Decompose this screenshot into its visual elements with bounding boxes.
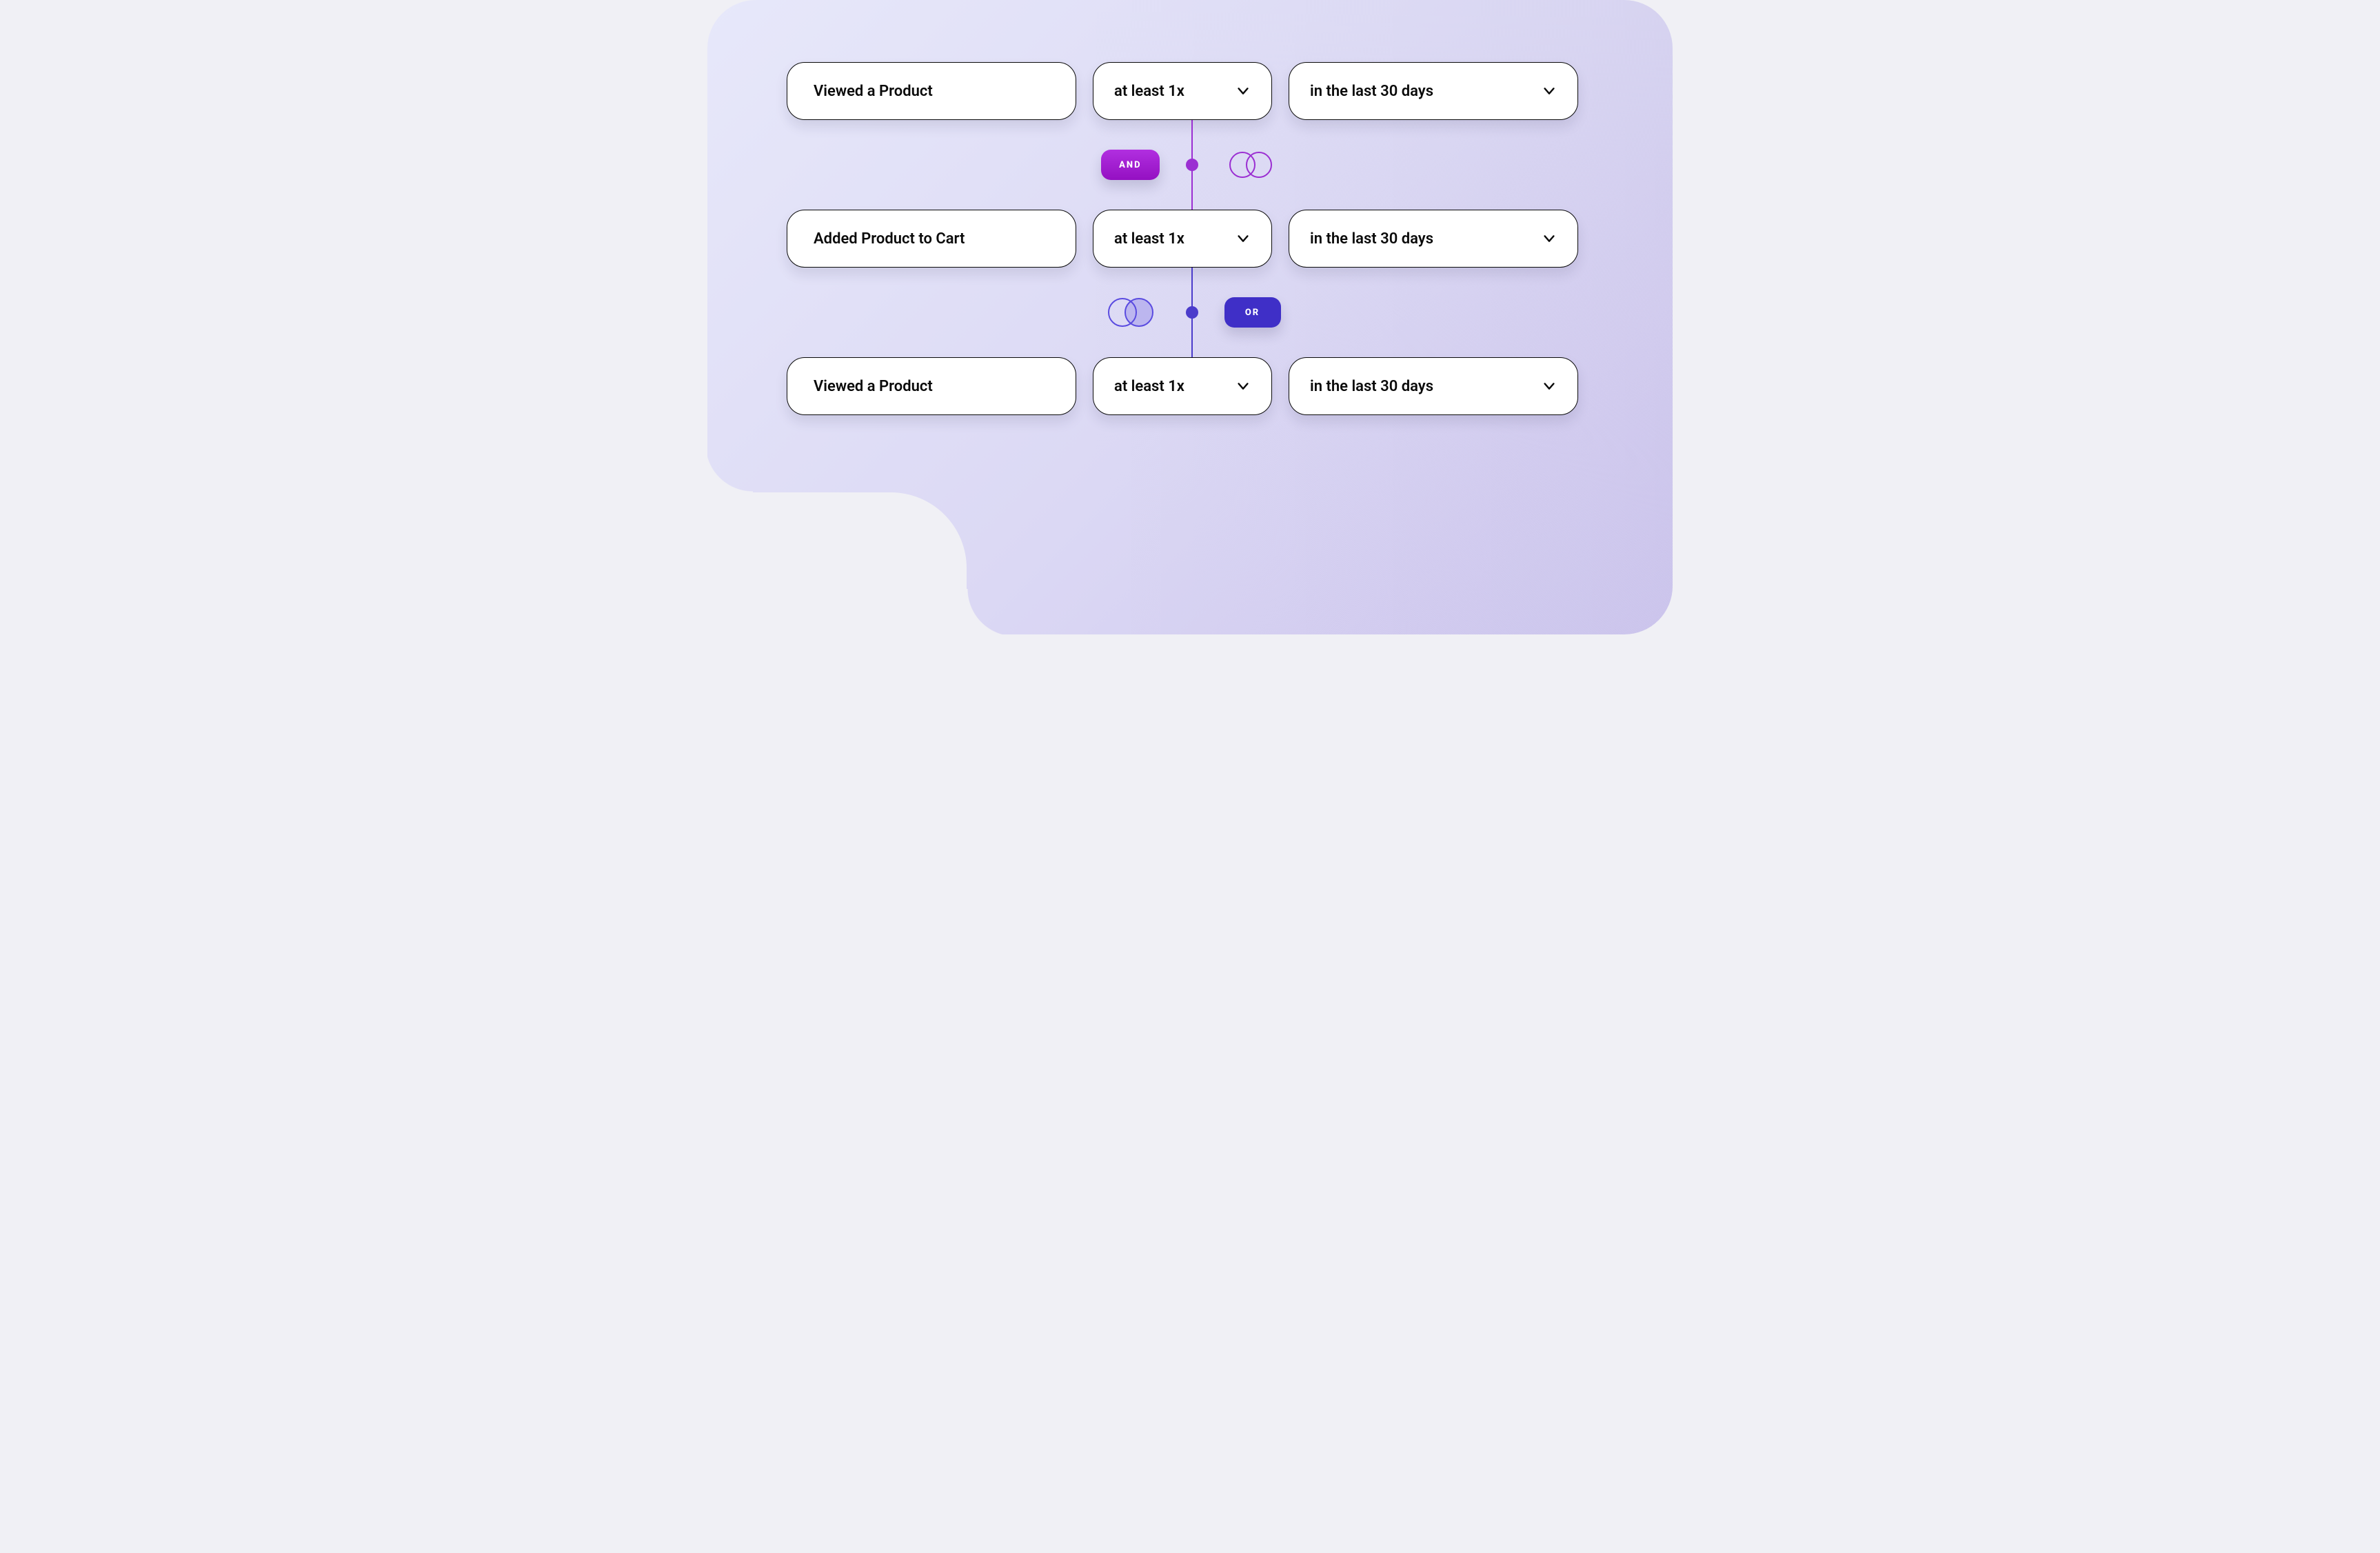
venn-and-icon[interactable]	[1102, 296, 1160, 329]
frequency-label: at least 1x	[1114, 378, 1184, 395]
frequency-dropdown[interactable]: at least 1x	[1093, 62, 1272, 120]
segment-builder-card: Viewed a Product at least 1x in the last…	[707, 0, 1673, 634]
rule-row: Viewed a Product at least 1x in the last…	[787, 62, 1597, 120]
chevron-down-icon	[1542, 83, 1557, 99]
or-badge-label: OR	[1245, 308, 1260, 318]
timerange-label: in the last 30 days	[1310, 230, 1433, 248]
rules-builder: Viewed a Product at least 1x in the last…	[787, 62, 1597, 415]
timerange-label: in the last 30 days	[1310, 378, 1433, 395]
event-label: Viewed a Product	[814, 83, 933, 100]
frequency-dropdown[interactable]: at least 1x	[1093, 357, 1272, 415]
event-pill[interactable]: Added Product to Cart	[787, 210, 1076, 268]
connector-or: OR	[787, 268, 1597, 357]
event-label: Added Product to Cart	[814, 230, 965, 248]
card-step-notch	[705, 492, 967, 637]
frequency-label: at least 1x	[1114, 230, 1184, 248]
timerange-dropdown[interactable]: in the last 30 days	[1289, 62, 1578, 120]
chevron-down-icon	[1236, 379, 1251, 394]
timerange-label: in the last 30 days	[1310, 83, 1433, 100]
frequency-dropdown[interactable]: at least 1x	[1093, 210, 1272, 268]
event-label: Viewed a Product	[814, 378, 933, 395]
chevron-down-icon	[1236, 83, 1251, 99]
venn-or-icon[interactable]	[1224, 150, 1277, 180]
connector-and: AND	[787, 120, 1597, 210]
timerange-dropdown[interactable]: in the last 30 days	[1289, 357, 1578, 415]
event-pill[interactable]: Viewed a Product	[787, 62, 1076, 120]
and-badge[interactable]: AND	[1101, 150, 1159, 180]
or-badge[interactable]: OR	[1224, 297, 1281, 328]
event-pill[interactable]: Viewed a Product	[787, 357, 1076, 415]
rule-row: Added Product to Cart at least 1x in the…	[787, 210, 1597, 268]
chevron-down-icon	[1542, 379, 1557, 394]
chevron-down-icon	[1236, 231, 1251, 246]
rule-row: Viewed a Product at least 1x in the last…	[787, 357, 1597, 415]
timerange-dropdown[interactable]: in the last 30 days	[1289, 210, 1578, 268]
chevron-down-icon	[1542, 231, 1557, 246]
frequency-label: at least 1x	[1114, 83, 1184, 100]
and-badge-label: AND	[1119, 160, 1141, 170]
